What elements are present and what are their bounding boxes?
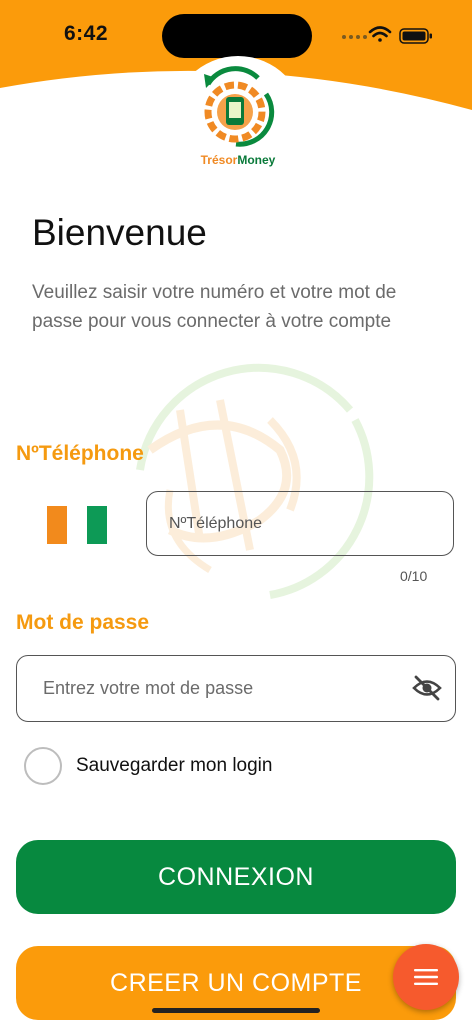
battery-icon bbox=[399, 28, 432, 44]
login-button[interactable]: CONNEXION bbox=[16, 840, 456, 914]
phone-label: NºTéléphone bbox=[16, 442, 144, 465]
flag-stripe-orange bbox=[47, 506, 67, 544]
menu-icon bbox=[414, 969, 438, 985]
status-time: 6:42 bbox=[64, 22, 109, 45]
eye-off-icon[interactable] bbox=[412, 674, 442, 702]
status-icons bbox=[338, 24, 438, 48]
page-subtitle: Veuillez saisir votre numéro et votre mo… bbox=[32, 282, 397, 332]
password-input[interactable] bbox=[16, 655, 456, 722]
flag-stripe-green bbox=[87, 506, 107, 544]
password-label: Mot de passe bbox=[16, 611, 150, 634]
tresor-seal-watermark bbox=[100, 340, 380, 615]
phone-input[interactable] bbox=[146, 491, 454, 556]
remember-login-radio[interactable] bbox=[24, 747, 62, 785]
home-indicator[interactable] bbox=[152, 1008, 320, 1013]
remember-login-toggle[interactable]: Sauvegarder mon login bbox=[24, 747, 272, 785]
cote-divoire-flag-icon[interactable] bbox=[47, 506, 107, 544]
signal-icon bbox=[342, 35, 367, 39]
phone-char-counter: 0/10 bbox=[400, 568, 428, 584]
flag-stripe-white bbox=[67, 506, 87, 544]
page-title: Bienvenue bbox=[32, 212, 207, 253]
remember-login-label: Sauvegarder mon login bbox=[76, 755, 273, 776]
dynamic-island bbox=[162, 14, 312, 58]
tresor-money-logo bbox=[196, 64, 276, 155]
wifi-icon bbox=[368, 26, 392, 42]
brand-name: TrésorMoney bbox=[200, 153, 276, 167]
menu-fab[interactable] bbox=[393, 944, 459, 1010]
